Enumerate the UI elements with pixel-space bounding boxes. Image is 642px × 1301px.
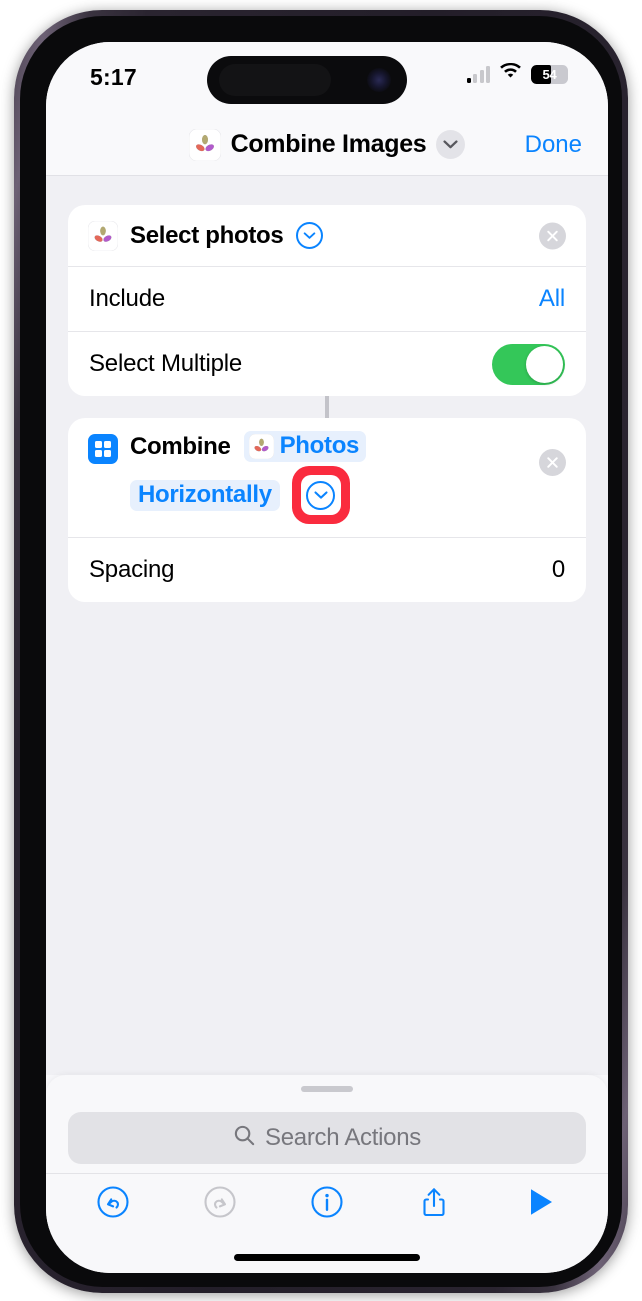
search-placeholder: Search Actions [265, 1124, 421, 1151]
parameter-value[interactable]: All [539, 285, 565, 313]
close-circle-icon[interactable] [539, 449, 566, 476]
select-multiple-toggle[interactable] [492, 343, 565, 385]
actions-sheet: Search Actions [46, 1075, 608, 1273]
parameter-label: Spacing [89, 556, 175, 583]
parameter-row-include[interactable]: Include All [68, 266, 586, 331]
done-button[interactable]: Done [525, 131, 582, 159]
photos-app-icon [87, 220, 119, 251]
battery-icon: 54 [531, 64, 568, 84]
chevron-down-icon[interactable] [436, 130, 466, 159]
parameter-label: Select Multiple [89, 350, 243, 377]
phone-bezel: 5:17 54 Combine Images Done Select photo… [20, 16, 622, 1287]
photos-app-icon [248, 433, 274, 459]
front-camera-icon [367, 68, 391, 92]
action-card-select-photos[interactable]: Select photos Include All Select Multipl… [68, 205, 586, 396]
chevron-down-circle-icon[interactable] [296, 222, 324, 249]
action-title-line: Combine Photos [130, 431, 367, 462]
action-title: Select photos [130, 221, 284, 249]
parameter-row-select-multiple[interactable]: Select Multiple [68, 331, 586, 396]
undo-icon[interactable] [88, 1177, 138, 1227]
status-time: 5:17 [90, 64, 137, 90]
nav-bar: Combine Images Done [46, 114, 608, 176]
chevron-down-circle-icon[interactable] [306, 480, 336, 510]
cellular-signal-icon [466, 65, 490, 83]
shortcut-editor-content: Select photos Include All Select Multipl… [46, 176, 608, 1075]
mode-token-horizontally[interactable]: Horizontally [130, 479, 280, 511]
phone-screen: 5:17 54 Combine Images Done Select photo… [46, 42, 608, 1273]
redo-icon[interactable] [195, 1177, 245, 1227]
highlight-inner [300, 475, 341, 515]
status-bar: 5:17 54 [46, 42, 608, 114]
action-card-combine-images[interactable]: Combine Photos Horizontally Spacing 0 [68, 418, 586, 602]
action-inline-content: Combine Photos Horizontally [130, 431, 367, 524]
wifi-icon [499, 62, 522, 85]
status-bar-indicators: 54 [466, 62, 568, 85]
toggle-knob [526, 345, 563, 383]
info-icon[interactable] [302, 1177, 352, 1227]
close-circle-icon[interactable] [539, 222, 566, 249]
photos-app-icon [188, 128, 221, 161]
action-mode-line: Horizontally [130, 466, 366, 524]
action-header[interactable]: Combine Photos Horizontally [68, 418, 586, 537]
page-title: Combine Images [230, 130, 427, 158]
phone-frame: 5:17 54 Combine Images Done Select photo… [14, 10, 628, 1293]
dynamic-island [207, 56, 407, 104]
highlight-annotation [291, 466, 350, 524]
grid-icon [88, 434, 118, 464]
parameter-value[interactable]: 0 [552, 556, 565, 584]
token-label: Photos [279, 432, 360, 459]
search-input[interactable]: Search Actions [68, 1112, 586, 1164]
sheet-grabber[interactable] [301, 1086, 353, 1092]
parameter-label: Include [89, 285, 165, 312]
parameter-row-spacing[interactable]: Spacing 0 [68, 537, 586, 602]
bottom-toolbar [46, 1173, 608, 1229]
dynamic-island-pill [219, 64, 331, 96]
play-icon[interactable] [516, 1177, 566, 1227]
share-icon[interactable] [409, 1177, 459, 1227]
home-indicator [234, 1254, 420, 1261]
search-icon [233, 1124, 256, 1152]
action-title: Combine [130, 432, 231, 460]
battery-percent-label: 54 [542, 66, 557, 82]
action-header[interactable]: Select photos [68, 205, 586, 266]
input-token-photos[interactable]: Photos [243, 431, 367, 462]
